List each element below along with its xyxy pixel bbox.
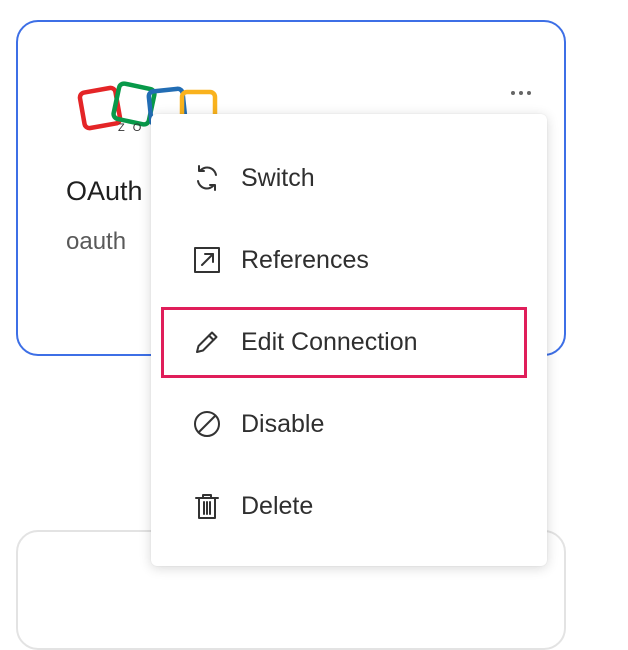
- refresh-icon: [191, 162, 223, 194]
- menu-item-label: Disable: [241, 409, 325, 438]
- connection-name: OAuth: [66, 176, 143, 206]
- disable-icon: [191, 408, 223, 440]
- menu-item-edit-connection[interactable]: Edit Connection: [151, 312, 547, 372]
- menu-item-label: Delete: [241, 491, 314, 520]
- external-link-icon: [191, 244, 223, 276]
- context-menu: Switch References Edit Connection Disabl…: [151, 114, 547, 566]
- more-dot-icon: [519, 91, 523, 95]
- connection-subtitle: oauth: [66, 228, 127, 255]
- more-dot-icon: [527, 91, 531, 95]
- more-dot-icon: [511, 91, 515, 95]
- menu-item-label: Edit Connection: [241, 327, 418, 356]
- menu-item-disable[interactable]: Disable: [151, 394, 547, 454]
- more-options-button[interactable]: [504, 80, 538, 106]
- menu-item-label: References: [241, 245, 369, 274]
- pencil-icon: [191, 326, 223, 358]
- logo-text: ZO: [118, 122, 150, 134]
- menu-item-references[interactable]: References: [151, 230, 547, 290]
- menu-item-label: Switch: [241, 163, 315, 192]
- menu-item-delete[interactable]: Delete: [151, 476, 547, 536]
- menu-item-switch[interactable]: Switch: [151, 148, 547, 208]
- trash-icon: [191, 490, 223, 522]
